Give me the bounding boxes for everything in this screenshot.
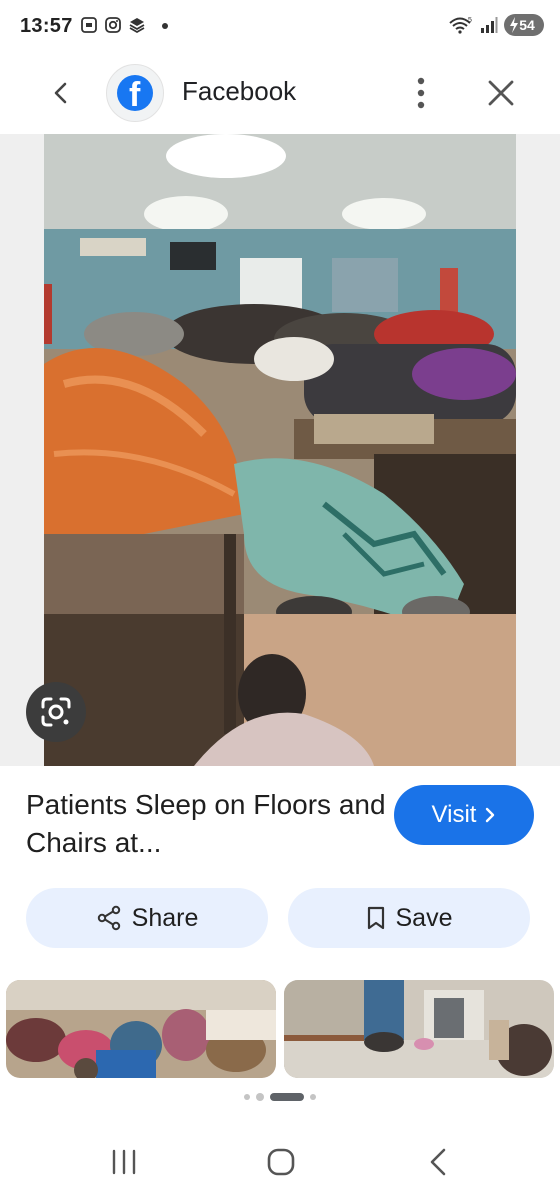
result-photo[interactable] (44, 134, 516, 766)
share-icon (97, 905, 120, 931)
save-button-label: Save (395, 903, 453, 932)
stack-icon (129, 18, 145, 34)
battery-level: 54 (519, 17, 535, 33)
source-name[interactable]: Facebook (182, 76, 296, 107)
pager-dot-active (270, 1093, 304, 1101)
status-system-icons: 5 54 (448, 14, 544, 36)
related-image-2[interactable] (284, 980, 554, 1078)
status-bar: 13:57 5 54 (0, 0, 560, 56)
save-button[interactable]: Save (288, 888, 530, 948)
pager-dot (244, 1094, 250, 1100)
wifi-icon: 5 (449, 17, 472, 34)
home-icon[interactable] (266, 1146, 296, 1178)
facebook-logo: f (117, 75, 153, 111)
recents-icon[interactable] (108, 1148, 140, 1176)
pager-indicator (0, 1093, 560, 1101)
pager-dot (310, 1094, 316, 1100)
back-arrow-icon[interactable] (44, 76, 78, 110)
bookmark-icon (367, 906, 384, 930)
source-avatar[interactable]: f (106, 64, 164, 122)
screenshot-icon (81, 17, 97, 33)
system-nav-bar (0, 1130, 560, 1200)
instagram-icon (105, 17, 121, 33)
result-title[interactable]: Patients Sleep on Floors and Chairs at..… (26, 786, 386, 862)
image-viewer[interactable] (0, 134, 560, 766)
share-button-label: Share (131, 903, 199, 932)
signal-icon (481, 17, 498, 33)
app-header: f Facebook (0, 56, 560, 134)
close-icon[interactable] (482, 74, 520, 112)
chevron-right-icon (486, 807, 495, 823)
visit-button-label: Visit (431, 801, 477, 828)
google-lens-button[interactable] (26, 682, 86, 742)
visit-button[interactable]: Visit (394, 785, 534, 845)
svg-text:5: 5 (468, 17, 472, 24)
notification-dot (162, 23, 168, 29)
battery-icon: 54 (504, 14, 544, 36)
related-image-1[interactable] (6, 980, 276, 1078)
status-time: 13:57 (20, 15, 73, 37)
more-vert-icon[interactable] (404, 74, 438, 112)
google-lens-icon (41, 697, 71, 727)
status-notification-icons (80, 16, 168, 34)
back-icon[interactable] (426, 1146, 450, 1178)
pager-dot (256, 1093, 264, 1101)
share-button[interactable]: Share (26, 888, 268, 948)
